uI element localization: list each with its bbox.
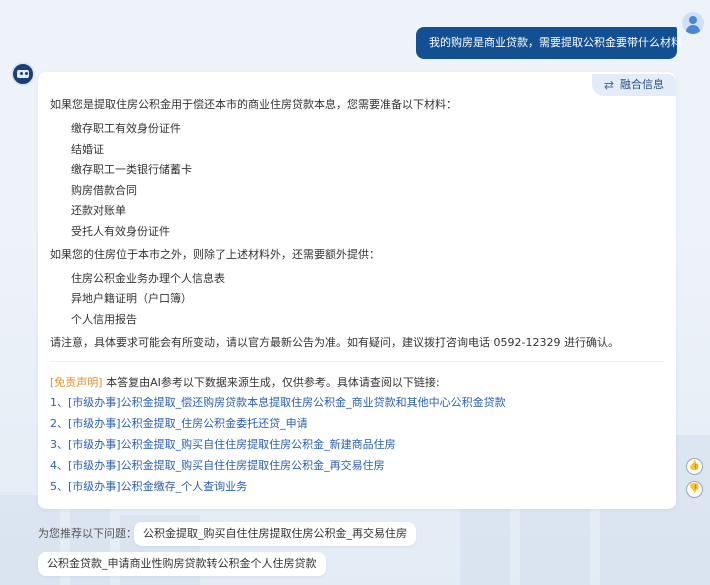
fusion-info-button[interactable]: ⇄ 融合信息 xyxy=(592,74,676,96)
outside-intro: 如果您的住房位于本市之外，则除了上述材料外，还需要额外提供： xyxy=(50,248,380,261)
outside-material-item: 异地户籍证明（户口簿） xyxy=(71,292,192,305)
material-item: 购房借款合同 xyxy=(71,184,137,197)
source-link[interactable]: 5、[市级办事]公积金缴存_个人查询业务 xyxy=(50,480,247,494)
fusion-info-label: 融合信息 xyxy=(620,78,664,91)
disclaimer-tag: [免责声明] xyxy=(50,376,103,389)
swap-arrows-icon: ⇄ xyxy=(604,78,615,92)
material-item: 还款对账单 xyxy=(71,204,126,217)
disclaimer: [免责声明] 本答复由AI参考以下数据来源生成，仅供参考。具体请查阅以下链接: xyxy=(50,376,440,390)
outside-material-item: 个人信用报告 xyxy=(71,313,137,326)
material-item: 受托人有效身份证件 xyxy=(71,225,170,238)
thumbs-up-icon[interactable]: 👍 xyxy=(686,458,703,475)
material-item: 结婚证 xyxy=(71,143,104,156)
answer-intro: 如果您是提取住房公积金用于偿还本市的商业住房贷款本息，您需要准备以下材料： xyxy=(50,98,457,111)
user-avatar xyxy=(682,12,704,34)
source-link[interactable]: 4、[市级办事]公积金提取_购买自住住房提取住房公积金_再交易住房 xyxy=(50,459,385,473)
recommend-label: 为您推荐以下问题： xyxy=(38,527,137,540)
source-link[interactable]: 3、[市级办事]公积金提取_购买自住住房提取住房公积金_新建商品住房 xyxy=(50,438,396,452)
recommended-question[interactable]: 公积金贷款_申请商业性购房贷款转公积金个人住房贷款 xyxy=(38,552,326,576)
source-link[interactable]: 1、[市级办事]公积金提取_偿还购房贷款本息提取住房公积金_商业贷款和其他中心公… xyxy=(50,396,506,410)
material-item: 缴存职工一类银行储蓄卡 xyxy=(71,163,192,176)
outside-material-item: 住房公积金业务办理个人信息表 xyxy=(71,272,225,285)
material-item: 缴存职工有效身份证件 xyxy=(71,122,181,135)
source-link[interactable]: 2、[市级办事]公积金提取_住房公积金委托还贷_申请 xyxy=(50,417,308,431)
recommended-question[interactable]: 公积金提取_购买自住住房提取住房公积金_再交易住房 xyxy=(134,522,416,546)
disclaimer-text: 本答复由AI参考以下数据来源生成，仅供参考。具体请查阅以下链接: xyxy=(102,376,440,389)
thumbs-down-icon[interactable]: 👎 xyxy=(686,481,703,498)
bot-avatar xyxy=(11,62,35,86)
user-message-bubble: 我的购房是商业贷款，需要提取公积金要带什么材料 xyxy=(416,27,682,59)
answer-card: ⇄ 融合信息 如果您是提取住房公积金用于偿还本市的商业住房贷款本息，您需要准备以… xyxy=(38,72,676,509)
notice-text: 请注意，具体要求可能会有所变动，请以官方最新公告为准。如有疑问，建议拨打咨询电话… xyxy=(50,336,619,349)
divider xyxy=(50,361,664,362)
